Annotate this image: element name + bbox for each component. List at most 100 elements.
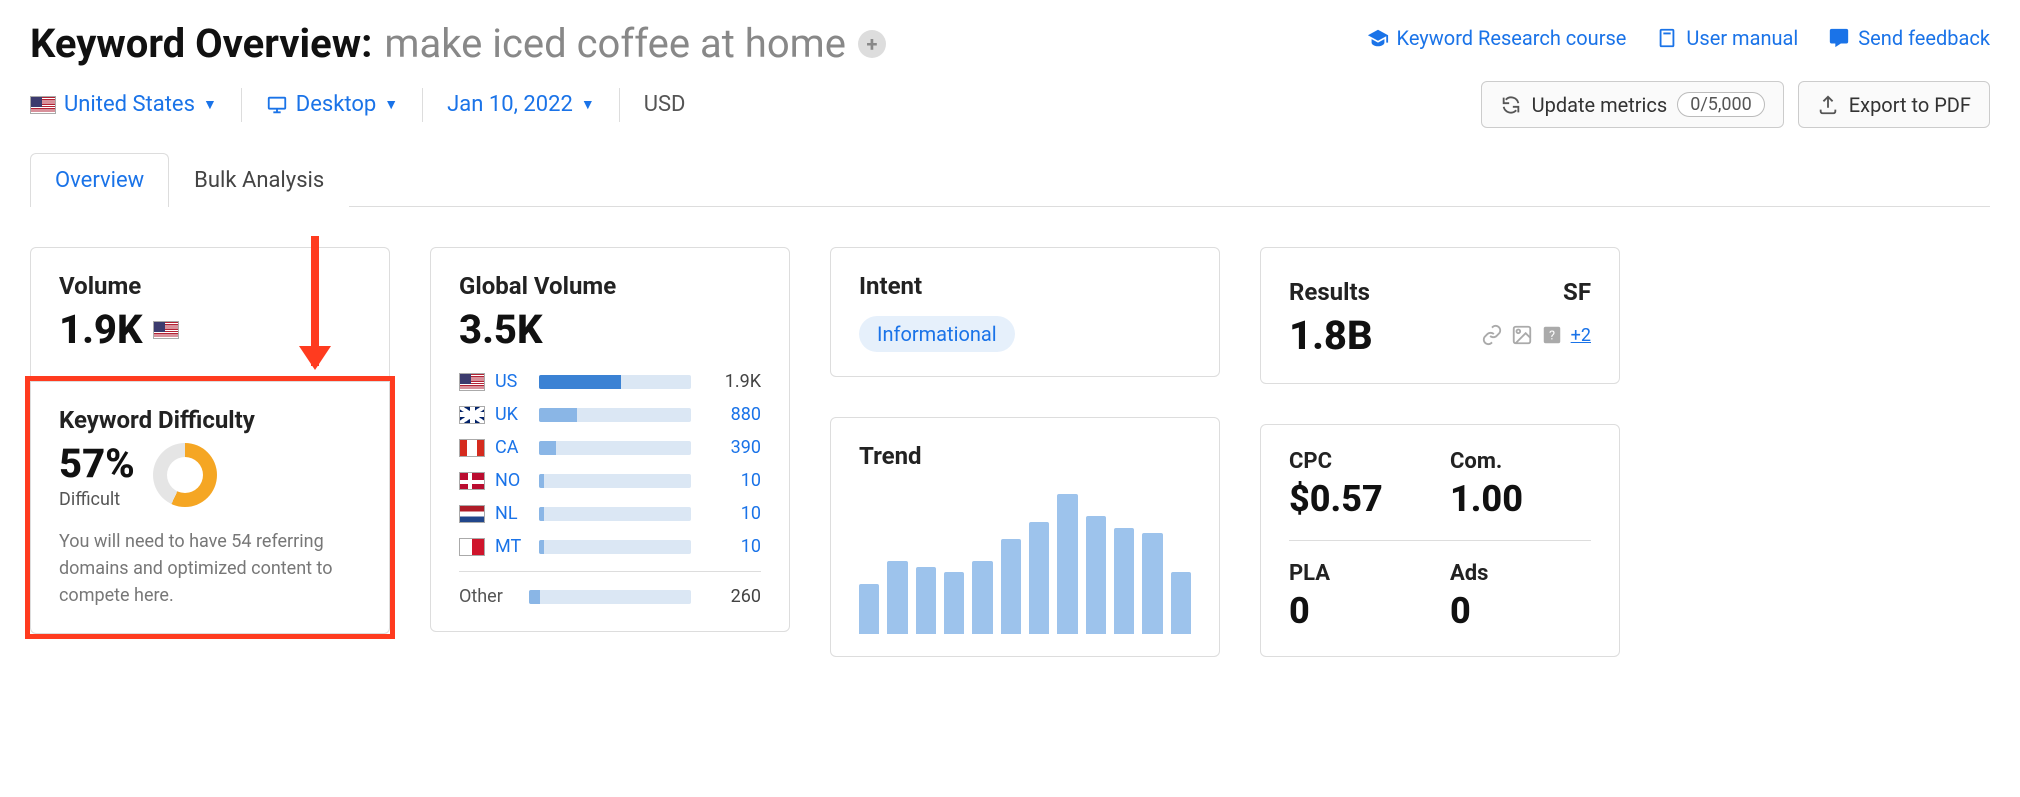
trend-title: Trend (859, 442, 1191, 470)
cpc-card: CPC $0.57 Com. 1.00 PLA 0 Ads 0 (1260, 424, 1620, 657)
country-filter-label: United States (64, 92, 195, 117)
volume-value: 1.9K (59, 306, 143, 353)
keyword-research-course-link[interactable]: Keyword Research course (1367, 26, 1627, 50)
device-filter-label: Desktop (296, 92, 377, 117)
pla-label: PLA (1289, 561, 1430, 586)
update-metrics-label: Update metrics (1532, 93, 1668, 117)
gv-row-us: US1.9K (459, 371, 761, 392)
device-filter[interactable]: Desktop ▼ (242, 88, 423, 122)
kd-top-row: 57% Difficult (59, 440, 361, 510)
update-metrics-button[interactable]: Update metrics 0/5,000 (1481, 81, 1784, 128)
gv-value[interactable]: 390 (701, 437, 761, 458)
tabs: Overview Bulk Analysis (30, 152, 1990, 207)
date-filter[interactable]: Jan 10, 2022 ▼ (423, 88, 620, 122)
results-value: 1.8B (1289, 312, 1373, 359)
trend-bar (859, 584, 879, 634)
action-buttons: Update metrics 0/5,000 Export to PDF (1481, 81, 1990, 128)
chevron-down-icon: ▼ (384, 96, 398, 113)
gv-value[interactable]: 10 (701, 503, 761, 524)
gv-value[interactable]: 10 (701, 536, 761, 557)
pla-block: PLA 0 (1289, 561, 1430, 632)
gv-row-ca: CA 390 (459, 437, 761, 458)
gv-bar (539, 507, 544, 521)
gv-country-code[interactable]: US (495, 371, 529, 392)
gv-value[interactable]: 10 (701, 470, 761, 491)
com-label: Com. (1450, 449, 1591, 474)
nl-flag-icon (459, 505, 485, 523)
keyword-difficulty-card: Keyword Difficulty 57% Difficult You wil… (30, 381, 390, 634)
update-count-pill: 0/5,000 (1677, 92, 1765, 117)
kd-value-block: 57% Difficult (59, 440, 135, 510)
question-icon: ? (1541, 324, 1563, 346)
currency-display: USD (620, 88, 710, 122)
com-block: Com. 1.00 (1450, 449, 1591, 520)
volume-card: Volume 1.9K (30, 247, 390, 381)
gv-bar (539, 375, 621, 389)
global-volume-other-row: Other 260 (459, 571, 761, 607)
intent-card: Intent Informational (830, 247, 1220, 377)
sf-title: SF (1481, 278, 1591, 306)
gv-bar (539, 474, 544, 488)
filter-row: United States ▼ Desktop ▼ Jan 10, 2022 ▼… (30, 81, 1990, 128)
gv-country-code[interactable]: CA (495, 437, 529, 458)
col-volume-kd: Volume 1.9K Keyword Difficulty 57% Diffi… (30, 247, 390, 634)
gv-country-code[interactable]: NO (495, 470, 529, 491)
global-volume-value: 3.5K (459, 306, 761, 353)
ads-value: 0 (1450, 590, 1591, 632)
send-feedback-link[interactable]: Send feedback (1828, 26, 1990, 50)
trend-bar-chart (859, 494, 1191, 634)
results-title: Results (1289, 278, 1373, 306)
chevron-down-icon: ▼ (581, 96, 595, 113)
gv-other-bar (529, 590, 540, 604)
add-keyword-button[interactable]: + (858, 30, 886, 58)
trend-bar (1029, 522, 1049, 634)
ads-label: Ads (1450, 561, 1591, 586)
no-flag-icon (459, 472, 485, 490)
trend-bar (916, 567, 936, 634)
trend-bar (1001, 539, 1021, 634)
tab-bulk-analysis[interactable]: Bulk Analysis (169, 153, 349, 207)
gv-country-code[interactable]: NL (495, 503, 529, 524)
user-manual-link[interactable]: User manual (1656, 26, 1798, 50)
gv-country-code[interactable]: MT (495, 536, 529, 557)
graduation-cap-icon (1367, 27, 1389, 49)
serp-features-block: SF ? +2 (1481, 278, 1591, 346)
sf-more-link[interactable]: +2 (1571, 325, 1591, 346)
com-value: 1.00 (1450, 478, 1591, 520)
results-top-row: Results 1.8B SF ? +2 (1289, 278, 1591, 359)
feedback-link-label: Send feedback (1858, 26, 1990, 50)
ca-flag-icon (459, 439, 485, 457)
cpc-block: CPC $0.57 (1289, 449, 1430, 520)
intent-title: Intent (859, 272, 1191, 300)
tab-overview[interactable]: Overview (30, 153, 169, 207)
gv-row-nl: NL 10 (459, 503, 761, 524)
speech-bubble-icon (1828, 27, 1850, 49)
country-filter[interactable]: United States ▼ (30, 88, 242, 122)
uk-flag-icon (459, 406, 485, 424)
header-links: Keyword Research course User manual Send… (1367, 26, 1990, 50)
gv-country-code[interactable]: UK (495, 404, 529, 425)
gv-bar-track (539, 474, 691, 488)
kd-label: Difficult (59, 489, 135, 510)
gv-bar-track (539, 507, 691, 521)
image-icon (1511, 324, 1533, 346)
kd-description: You will need to have 54 referring domai… (59, 528, 361, 609)
gv-other-bar-track (529, 590, 691, 604)
us-flag-icon (30, 96, 56, 114)
filters: United States ▼ Desktop ▼ Jan 10, 2022 ▼… (30, 88, 709, 122)
us-flag-icon (459, 373, 485, 391)
gv-value[interactable]: 880 (701, 404, 761, 425)
cpc-value: $0.57 (1289, 478, 1430, 520)
annotation-arrow (311, 236, 319, 366)
intent-badge[interactable]: Informational (859, 316, 1015, 352)
export-pdf-button[interactable]: Export to PDF (1798, 81, 1990, 128)
export-pdf-label: Export to PDF (1849, 93, 1971, 117)
currency-label: USD (644, 92, 686, 117)
refresh-icon (1500, 94, 1522, 116)
page-title-prefix: Keyword Overview: (30, 20, 372, 67)
chevron-down-icon: ▼ (203, 96, 217, 113)
gv-bar (539, 441, 556, 455)
page-title-keyword: make iced coffee at home (384, 20, 846, 67)
desktop-icon (266, 94, 288, 116)
gv-bar-track (539, 375, 691, 389)
